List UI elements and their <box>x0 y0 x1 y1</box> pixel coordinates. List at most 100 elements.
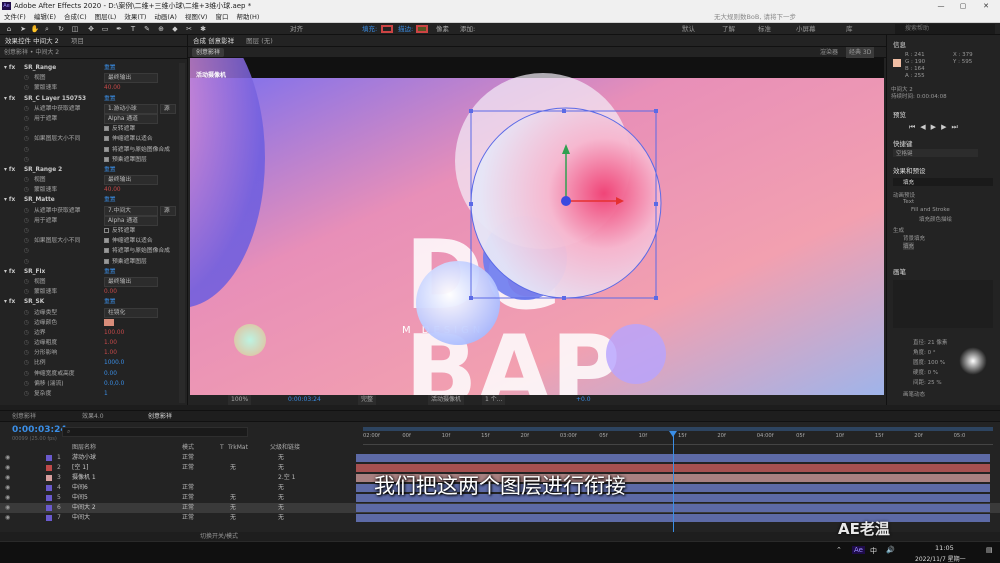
effect-row[interactable]: ◷ 如果图层大小不同 伸缩遮罩以适合 <box>0 134 178 144</box>
effect-row[interactable]: ◷ 边缘颜色 <box>0 318 178 328</box>
effect-row[interactable]: ◷ 反转遮罩 <box>0 124 178 134</box>
stopwatch-icon[interactable]: ◷ <box>24 83 29 93</box>
home-icon[interactable]: ⌂ <box>4 25 14 33</box>
rectangle-tool-icon[interactable]: ▭ <box>100 25 110 33</box>
property-dropdown[interactable]: Alpha 通道 <box>104 113 158 124</box>
effects-search-input[interactable]: 填充 <box>893 178 993 186</box>
menu-effect[interactable]: 效果(T) <box>120 12 150 23</box>
fx-toggle-icon[interactable]: ▾ fx <box>4 165 15 175</box>
layer-name[interactable]: 中间大 <box>72 513 90 523</box>
tree-animation-presets[interactable]: 动画预设 <box>893 191 915 199</box>
rotate-tool-icon[interactable]: ↻ <box>56 25 66 33</box>
fx-toggle-icon[interactable]: ▾ fx <box>4 267 15 277</box>
property-value[interactable]: 40.00 <box>104 85 121 91</box>
effect-row[interactable]: ◷ 如果图层大小不同 伸缩遮罩以适合 <box>0 236 178 246</box>
effect-row[interactable]: ◷ 将遮罩与原始图像合成 <box>0 145 178 155</box>
checkbox[interactable] <box>104 258 109 264</box>
stopwatch-icon[interactable]: ◷ <box>24 287 29 297</box>
effect-row[interactable]: ◷ 预乘遮罩图层 <box>0 257 178 267</box>
reset-link[interactable]: 重置 <box>104 63 116 73</box>
effect-row[interactable]: ◷ 偏移 (湍流) 0.0,0.0 <box>0 379 178 389</box>
time-ruler[interactable]: 02:00f 00f 10f 15f 20f 03:00f 05f 10f 15f 20f 04:0… <box>355 425 1000 453</box>
stopwatch-icon[interactable]: ◷ <box>24 236 29 246</box>
renderer-value[interactable]: 经典 3D <box>846 47 875 58</box>
camera-tool-icon[interactable]: ◫ <box>70 25 80 33</box>
zoom-tool-icon[interactable]: ⌕ <box>42 25 52 34</box>
effect-row[interactable]: ◷ 预乘遮罩图层 <box>0 155 178 165</box>
stopwatch-icon[interactable]: ◷ <box>24 369 29 379</box>
brush-presets-grid[interactable] <box>893 280 993 328</box>
clock-date[interactable]: 2022/11/7 星期一 <box>915 554 966 563</box>
layer-parent[interactable]: 无 <box>278 453 284 463</box>
stroke-label[interactable]: 描边: <box>398 23 413 35</box>
selection-tool-icon[interactable]: ➤ <box>18 25 28 33</box>
effect-row[interactable]: ▾ fx SR_Matte 重置 <box>0 195 178 205</box>
source-dropdown[interactable]: 源 <box>159 103 176 114</box>
visibility-eye-icon[interactable]: ◉ <box>5 503 10 513</box>
camera-select[interactable]: 活动摄像机 <box>428 395 465 405</box>
views-select[interactable]: 1 个... <box>482 395 506 405</box>
timeline-timecode[interactable]: 0:00:03:24 <box>12 425 67 435</box>
effect-scrollbar[interactable] <box>179 63 185 403</box>
stroke-swatch[interactable] <box>416 25 428 33</box>
tree-fill-stroke[interactable]: Fill and Stroke <box>911 207 950 213</box>
workspace-default[interactable]: 默认 <box>682 23 695 35</box>
tree-text[interactable]: Text <box>903 199 914 205</box>
fx-toggle-icon[interactable]: ▾ fx <box>4 63 15 73</box>
property-value[interactable]: 0.0,0.0 <box>104 381 124 387</box>
property-dropdown[interactable]: 最终输出 <box>104 276 158 287</box>
source-dropdown[interactable]: 源 <box>159 205 176 216</box>
type-tool-icon[interactable]: T <box>128 25 138 33</box>
col-t[interactable]: T <box>220 443 224 453</box>
layer-color-label[interactable] <box>46 505 52 511</box>
effect-row[interactable]: ◷ 边缘粗度 1.00 <box>0 338 178 348</box>
tab-project[interactable]: 项目 <box>66 37 89 45</box>
stopwatch-icon[interactable]: ◷ <box>24 226 29 236</box>
layer-parent[interactable]: 无 <box>278 513 284 523</box>
timeline-tab-2[interactable]: 效果4.0 <box>82 411 104 422</box>
shortcut-select[interactable]: 空格键 <box>893 149 978 157</box>
effect-row[interactable]: ◷ 用于遮罩 Alpha 通道 <box>0 215 178 226</box>
reset-link[interactable]: 重置 <box>104 165 116 175</box>
notifications-icon[interactable]: ▤ <box>986 546 993 554</box>
pen-tool-icon[interactable]: ✒ <box>114 25 124 33</box>
reset-link[interactable]: 重置 <box>104 195 116 205</box>
menu-window[interactable]: 窗口 <box>211 12 232 23</box>
add-label[interactable]: 添加: <box>460 23 475 35</box>
clock-time[interactable]: 11:05 <box>935 544 954 552</box>
stopwatch-icon[interactable]: ◷ <box>24 145 29 155</box>
effect-row[interactable]: ◷ 边缘类型 柱镜化 <box>0 307 178 318</box>
effect-row[interactable]: ◷ 视图 最终输出 <box>0 276 178 287</box>
menu-edit[interactable]: 编辑(E) <box>30 12 60 23</box>
menu-layer[interactable]: 图层(L) <box>91 12 121 23</box>
checkbox[interactable] <box>104 126 109 132</box>
timeline-search-input[interactable]: ⌕ <box>62 427 248 437</box>
stopwatch-icon[interactable]: ◷ <box>24 185 29 195</box>
stopwatch-icon[interactable]: ◷ <box>24 175 29 185</box>
align-label[interactable]: 对齐 <box>290 23 303 35</box>
fill-swatch[interactable] <box>381 25 393 33</box>
layer-mode[interactable]: 正常 <box>182 453 194 463</box>
zoom-select[interactable]: 100% <box>228 395 252 405</box>
help-search-input[interactable]: 搜索帮助 <box>895 24 995 34</box>
col-trkmat[interactable]: TrkMat <box>228 443 248 453</box>
fx-toggle-icon[interactable]: ▾ fx <box>4 94 15 104</box>
effect-row[interactable]: ◷ 用于遮罩 Alpha 通道 <box>0 113 178 124</box>
checkbox[interactable] <box>104 238 109 244</box>
effect-row[interactable]: ◷ 伸缩宽度或高度 0.00 <box>0 369 178 379</box>
property-dropdown[interactable]: 7.中间大 <box>104 205 158 216</box>
layer-color-label[interactable] <box>46 455 52 461</box>
effect-row[interactable]: ◷ 视图 最终输出 <box>0 175 178 186</box>
stopwatch-icon[interactable]: ◷ <box>24 338 29 348</box>
menu-view[interactable]: 视图(V) <box>181 12 212 23</box>
stroke-width-label[interactable]: 像素 <box>436 23 449 35</box>
brush-tool-icon[interactable]: ✎ <box>142 25 152 33</box>
stopwatch-icon[interactable]: ◷ <box>24 206 29 216</box>
exposure-value[interactable]: +0.0 <box>576 395 591 405</box>
effect-row[interactable]: ◷ 复杂度 1 <box>0 389 178 399</box>
effect-row[interactable]: ▾ fx SR_C Layer 150753 重置 <box>0 94 178 104</box>
comp-viewer[interactable]: DG BAP M DESIGN 活动摄像机 <box>190 58 884 395</box>
close-button[interactable]: ✕ <box>975 0 997 12</box>
property-value[interactable]: 0.00 <box>104 289 117 295</box>
timeline-tab-3[interactable]: 创意影祥 <box>148 411 172 422</box>
